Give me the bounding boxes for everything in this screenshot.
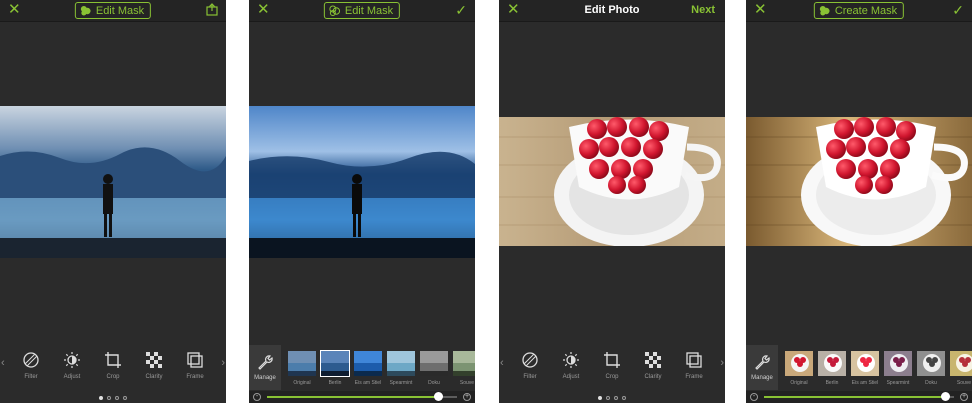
clarity-icon (146, 352, 162, 368)
filter-thumb[interactable]: Doku (916, 350, 946, 386)
plus-icon[interactable]: + (463, 393, 471, 401)
screen-title: Edit Photo (584, 4, 640, 16)
intensity-slider[interactable]: - + (746, 391, 972, 403)
intensity-slider[interactable]: - + (249, 391, 475, 403)
filter-thumb-selected[interactable]: Berlin (320, 350, 350, 386)
chevron-right-icon[interactable]: › (221, 357, 225, 369)
top-bar: ✕ Create Mask ✓ (746, 0, 972, 22)
screen-create-mask: ✕ Create Mask ✓ Manage Original Berlin E… (746, 0, 972, 403)
top-bar: ✕ Edit Mask ✓ (249, 0, 475, 22)
slider-knob[interactable] (434, 392, 443, 401)
chevron-left-icon[interactable]: ‹ (1, 357, 5, 369)
filter-thumb[interactable]: Doku (419, 350, 449, 386)
checkmark-icon[interactable]: ✓ (451, 3, 467, 17)
filter-thumb[interactable]: Original (287, 350, 317, 386)
minus-icon[interactable]: - (253, 393, 261, 401)
wrench-icon (755, 355, 770, 370)
screen-title: Edit Mask (344, 4, 394, 17)
adjust-icon (563, 352, 579, 368)
tool-filter[interactable]: Filter (12, 351, 50, 380)
tool-crop[interactable]: Crop (94, 351, 132, 380)
filter-thumb[interactable]: Spearmint (386, 350, 416, 386)
filter-bar: Manage Original Berlin Eis am Stiel Spea… (249, 345, 475, 403)
tool-clarity[interactable]: Clarity (634, 351, 672, 380)
minus-icon[interactable]: - (750, 393, 758, 401)
clarity-icon (645, 352, 661, 368)
edit-mask-button[interactable]: Edit Mask (74, 2, 152, 19)
filter-thumb[interactable]: Eis am Stiel (850, 350, 880, 386)
photo-lake (0, 106, 226, 258)
page-dot[interactable] (123, 396, 127, 400)
filter-thumbnails: Original Berlin Eis am Stiel Spearmint D… (287, 350, 475, 386)
tool-bar: ‹ Filter Adjust Crop Clarity Frame › (499, 345, 725, 403)
slider-knob[interactable] (940, 392, 950, 401)
page-dot[interactable] (614, 396, 618, 400)
tool-crop[interactable]: Crop (593, 351, 631, 380)
tool-filter[interactable]: Filter (511, 351, 549, 380)
filter-thumb[interactable]: Eis am Stiel (353, 350, 383, 386)
tool-frame[interactable]: Frame (176, 351, 214, 380)
screen-title: Edit Mask (95, 4, 145, 17)
filter-thumb[interactable]: Souve (452, 350, 475, 386)
checkmark-icon[interactable]: ✓ (948, 3, 964, 17)
page-indicator (598, 396, 626, 400)
filter-thumb[interactable]: Original (784, 350, 814, 386)
page-dot[interactable] (606, 396, 610, 400)
top-bar: ✕ Edit Mask (0, 0, 226, 22)
wrench-icon (258, 355, 273, 370)
plus-icon[interactable]: + (960, 393, 968, 401)
photo-raspberries (499, 117, 725, 246)
tool-frame[interactable]: Frame (675, 351, 713, 380)
close-icon[interactable]: ✕ (754, 2, 768, 17)
screen-edit-mask-filters: ✕ Edit Mask ✓ Manage Original Berlin Eis… (249, 0, 475, 403)
filter-thumbnails: Original Berlin Eis am Stiel Spearmint D… (784, 350, 972, 386)
app-screenshots-strip: ✕ Edit Mask ‹ Filter Adjust Crop Clarity… (0, 0, 972, 403)
tool-adjust[interactable]: Adjust (53, 351, 91, 380)
mask-icon (80, 6, 91, 16)
page-dot[interactable] (115, 396, 119, 400)
crop-icon (105, 352, 121, 368)
slider-track[interactable] (764, 392, 954, 401)
slider-fill (764, 396, 945, 398)
manage-button[interactable]: Manage (249, 345, 281, 390)
mask-icon (329, 5, 341, 16)
edit-mask-button[interactable]: Edit Mask (323, 2, 401, 19)
adjust-icon (64, 352, 80, 368)
crop-icon (604, 352, 620, 368)
screen-title: Create Mask (834, 4, 898, 17)
next-button[interactable]: Next (691, 4, 715, 16)
close-icon[interactable]: ✕ (8, 2, 22, 17)
slider-fill (267, 396, 438, 398)
frame-icon (686, 352, 702, 368)
screen-edit-mask-tools: ✕ Edit Mask ‹ Filter Adjust Crop Clarity… (0, 0, 226, 403)
filter-thumb[interactable]: Spearmint (883, 350, 913, 386)
tool-bar: ‹ Filter Adjust Crop Clarity Frame › (0, 345, 226, 403)
create-mask-button[interactable]: Create Mask (813, 2, 905, 19)
page-indicator (99, 396, 127, 400)
photo-lake-filtered (249, 106, 475, 258)
photo-raspberries-filtered (746, 117, 972, 246)
tool-clarity[interactable]: Clarity (135, 351, 173, 380)
filter-thumb[interactable]: Souve (949, 350, 972, 386)
page-dot[interactable] (598, 396, 602, 400)
chevron-right-icon[interactable]: › (720, 357, 724, 369)
slider-track[interactable] (267, 392, 457, 401)
page-dot[interactable] (622, 396, 626, 400)
manage-button[interactable]: Manage (746, 345, 778, 390)
page-dot[interactable] (99, 396, 103, 400)
frame-icon (187, 352, 203, 368)
screen-edit-photo: ✕ Edit Photo Next ‹ Filter Adjust Crop C… (499, 0, 725, 403)
close-icon[interactable]: ✕ (257, 2, 271, 17)
filter-icon (23, 352, 39, 368)
close-icon[interactable]: ✕ (507, 2, 521, 17)
top-bar: ✕ Edit Photo Next (499, 0, 725, 22)
filter-thumb[interactable]: Berlin (817, 350, 847, 386)
page-dot[interactable] (107, 396, 111, 400)
filter-bar: Manage Original Berlin Eis am Stiel Spea… (746, 345, 972, 403)
share-icon[interactable] (202, 3, 218, 17)
mask-icon (819, 6, 830, 16)
chevron-left-icon[interactable]: ‹ (500, 357, 504, 369)
filter-icon (522, 352, 538, 368)
tool-adjust[interactable]: Adjust (552, 351, 590, 380)
